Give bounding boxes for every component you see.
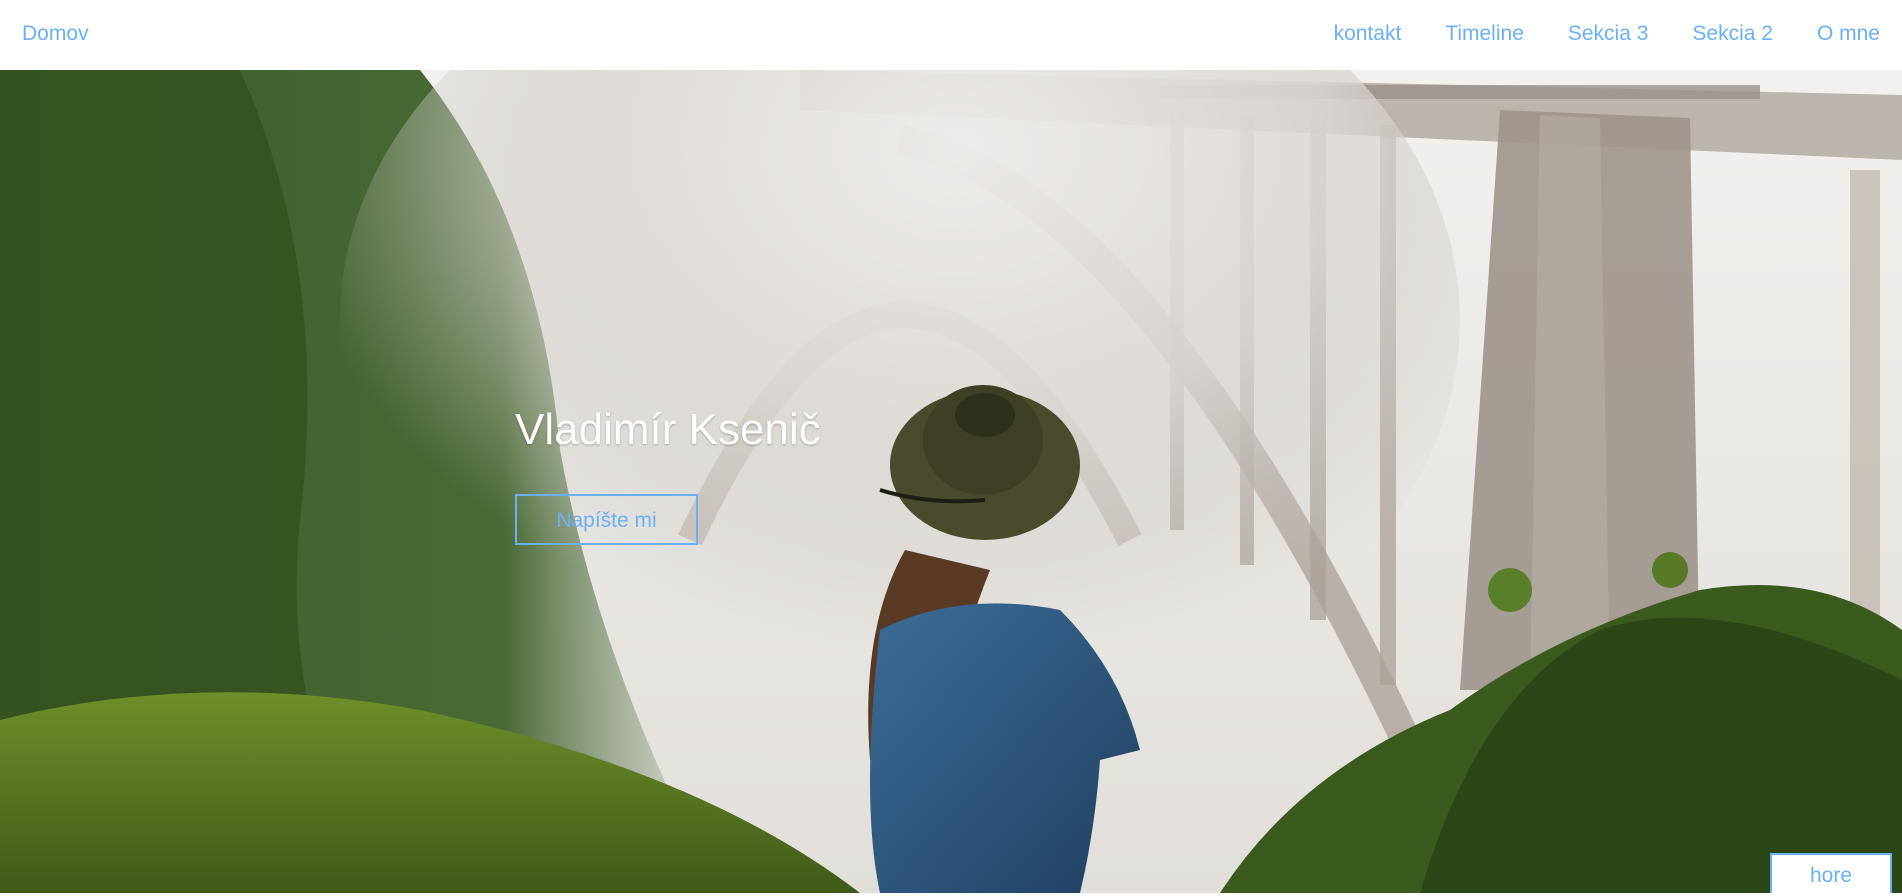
- hero-section: Vladimír Ksenič Napíšte mi: [0, 70, 1902, 893]
- contact-me-button[interactable]: Napíšte mi: [515, 494, 698, 545]
- nav-link-sekcia-3[interactable]: Sekcia 3: [1568, 22, 1649, 46]
- nav-menu: kontakt Timeline Sekcia 3 Sekcia 2 O mne: [1334, 22, 1880, 46]
- top-navbar: Domov kontakt Timeline Sekcia 3 Sekcia 2…: [0, 0, 1902, 70]
- nav-link-timeline[interactable]: Timeline: [1445, 22, 1524, 46]
- back-to-top-button[interactable]: hore: [1770, 853, 1892, 893]
- hero-background-image: [0, 70, 1902, 893]
- hero-title: Vladimír Ksenič: [515, 405, 821, 454]
- home-link[interactable]: Domov: [22, 22, 89, 46]
- nav-link-sekcia-2[interactable]: Sekcia 2: [1692, 22, 1773, 46]
- nav-link-o-mne[interactable]: O mne: [1817, 22, 1880, 46]
- nav-link-kontakt[interactable]: kontakt: [1334, 22, 1402, 46]
